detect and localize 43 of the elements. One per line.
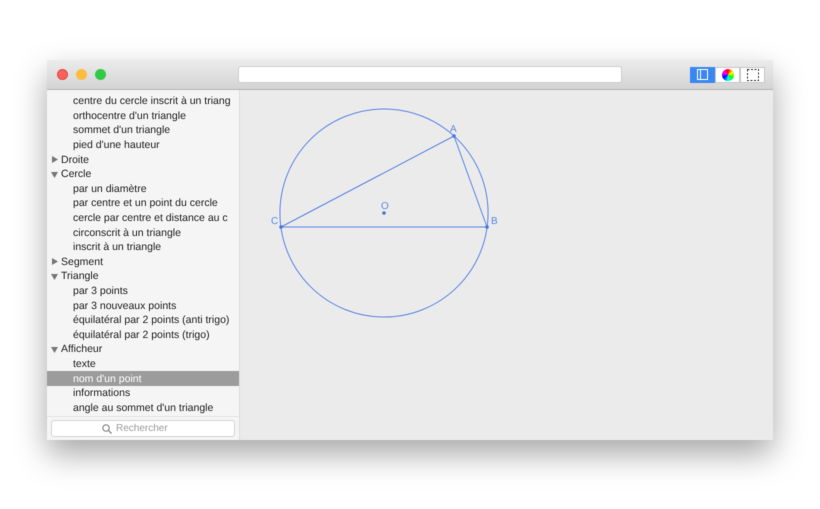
collapsed-triangle-icon[interactable] bbox=[51, 156, 58, 164]
sidebar-item[interactable]: inscrit à un triangle bbox=[47, 240, 239, 255]
point-marker bbox=[452, 134, 456, 138]
point-marker bbox=[485, 225, 489, 229]
point-marker bbox=[382, 211, 386, 215]
sidebar-item[interactable]: équilatéral par 2 points (trigo) bbox=[47, 328, 239, 342]
point-label: O bbox=[381, 201, 389, 212]
sidebar-item[interactable]: centre du cercle inscrit à un triang bbox=[47, 94, 239, 109]
sidebar-group[interactable]: Triangle bbox=[61, 270, 99, 282]
sidebar-item[interactable]: orthocentre d'un triangle bbox=[47, 108, 239, 124]
sidebar-item[interactable]: par centre et un point du cercle bbox=[47, 196, 239, 211]
search-field[interactable]: Rechercher bbox=[51, 420, 235, 437]
point-marker bbox=[279, 225, 283, 229]
expanded-triangle-icon[interactable] bbox=[51, 272, 58, 280]
expanded-triangle-icon[interactable] bbox=[51, 346, 58, 353]
sidebar-item[interactable]: informations bbox=[47, 386, 239, 400]
sidebar-icon bbox=[697, 69, 708, 80]
collapsed-triangle-icon[interactable] bbox=[51, 258, 58, 266]
sidebar-item[interactable]: par un diamètre bbox=[47, 182, 239, 196]
color-wheel-icon bbox=[722, 68, 734, 80]
sidebar-group[interactable]: Afficheur bbox=[61, 343, 102, 356]
sidebar-item[interactable]: équilatéral par 2 points (anti trigo) bbox=[47, 312, 239, 328]
selection-button[interactable] bbox=[740, 66, 765, 82]
sidebar-item[interactable]: par 3 nouveaux points bbox=[47, 298, 239, 313]
sidebar-group[interactable]: Segment bbox=[61, 256, 104, 268]
sidebar-item[interactable]: angle au sommet d'un triangle bbox=[47, 400, 239, 416]
colors-button[interactable] bbox=[715, 66, 740, 82]
sidebar-group[interactable]: Cercle bbox=[61, 168, 92, 180]
search-icon bbox=[102, 424, 112, 434]
expanded-triangle-icon[interactable] bbox=[51, 170, 58, 178]
sidebar-item[interactable]: sommet d'un triangle bbox=[47, 123, 239, 138]
close-button[interactable] bbox=[57, 69, 68, 80]
sidebar-item[interactable]: circonscrit à un triangle bbox=[47, 225, 239, 240]
point-label: A bbox=[450, 124, 457, 135]
sidebar-item[interactable]: pied d'une hauteur bbox=[47, 138, 239, 152]
sidebar-group[interactable]: Droite bbox=[61, 154, 90, 166]
sidebar-item[interactable]: texte bbox=[47, 356, 239, 372]
sidebar-item[interactable]: cercle par centre et distance au c bbox=[47, 210, 239, 226]
sidebar-item[interactable]: par 3 points bbox=[47, 284, 239, 298]
point-label: C bbox=[271, 216, 278, 227]
sidebar-toggle-button[interactable] bbox=[690, 66, 715, 82]
dashed-square-icon bbox=[746, 68, 758, 80]
point-label: B bbox=[491, 216, 498, 227]
